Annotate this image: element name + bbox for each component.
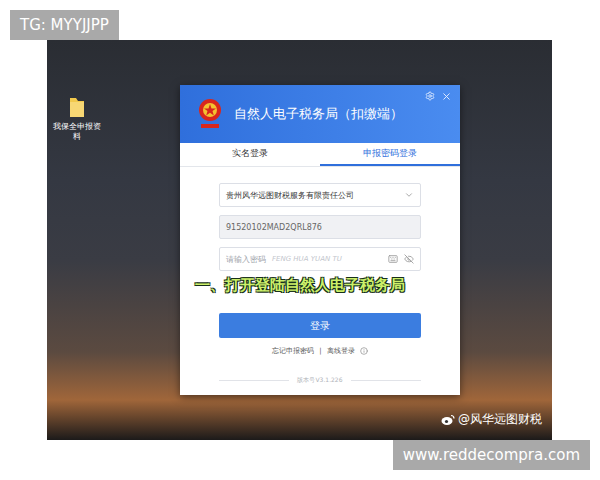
weibo-icon (441, 414, 455, 426)
author-watermark: @风华远图财税 (441, 411, 542, 428)
dialog-header: 自然人电子税务局（扣缴端） (180, 85, 460, 143)
link-separator: | (319, 347, 321, 355)
tax-emblem-icon (196, 97, 224, 131)
offline-login-link[interactable]: 离线登录 (327, 346, 355, 356)
folder-icon (68, 95, 86, 119)
tab[interactable]: 申报密码登录 (320, 143, 460, 166)
top-tag: TG: MYYJJPP (10, 10, 119, 40)
forgot-password-link[interactable]: 忘记申报密码 (272, 346, 314, 356)
tax-id-field: 91520102MAD2QRL876 (219, 215, 421, 239)
step-caption: 一、打开登陆自然人电子税务局 (195, 276, 405, 295)
dialog-title: 自然人电子税务局（扣缴端） (234, 105, 452, 123)
info-icon[interactable] (360, 347, 368, 355)
desktop-icon-label: 我保全申报资料 (51, 122, 103, 141)
keyboard-icon[interactable] (388, 254, 398, 264)
field-watermark: FENG HUA YUAN TU (272, 255, 382, 263)
company-select[interactable]: 贵州风华远图财税服务有限责任公司 (219, 183, 421, 207)
tab[interactable]: 实名登录 (180, 143, 320, 166)
login-button[interactable]: 登录 (219, 313, 421, 338)
desktop-icon[interactable]: 我保全申报资料 (51, 95, 103, 141)
password-placeholder: 请输入密码 (226, 254, 266, 265)
desktop: 我保全申报资料自然人电子税务局（扣缴端）实名登录申报密码登录贵州风华远图财税服务… (47, 40, 552, 440)
bottom-tag: www.reddecompra.com (393, 440, 590, 470)
close-icon[interactable] (441, 91, 452, 102)
settings-icon[interactable] (425, 91, 435, 101)
password-field[interactable]: 请输入密码 FENG HUA YUAN TU (219, 247, 421, 271)
eye-off-icon[interactable] (404, 254, 414, 264)
version-label: 版本号V3.1.226 (297, 376, 342, 385)
login-dialog: 自然人电子税务局（扣缴端）实名登录申报密码登录贵州风华远图财税服务有限责任公司9… (180, 85, 460, 395)
tab-bar: 实名登录申报密码登录 (180, 143, 460, 167)
page: TG: MYYJJPP 我保全申报资料 自然人电子税务局（扣缴端） 实名登录申报密码登… (0, 0, 600, 480)
chevron-down-icon (404, 190, 414, 200)
